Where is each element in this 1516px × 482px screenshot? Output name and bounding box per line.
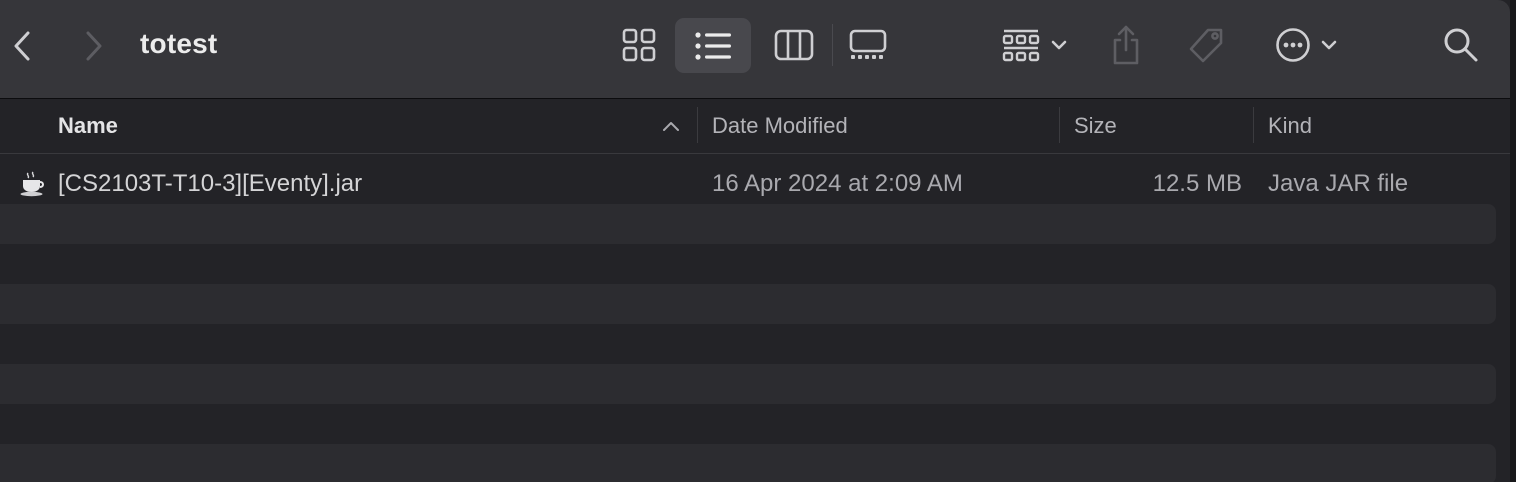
- column-header: Name Date Modified Size Kind: [0, 99, 1510, 154]
- column-name-header[interactable]: Name: [58, 99, 118, 153]
- column-separator[interactable]: [1059, 107, 1060, 143]
- java-coffee-icon: [18, 164, 48, 204]
- empty-row: [0, 404, 1496, 444]
- file-date-modified: 16 Apr 2024 at 2:09 AM: [712, 170, 963, 197]
- window-edge: [1510, 0, 1516, 482]
- file-list: [CS2103T-T10-3][Eventy].jar 16 Apr 2024 …: [0, 164, 1496, 482]
- column-separator[interactable]: [1253, 107, 1254, 143]
- empty-row: [0, 204, 1496, 244]
- column-separator[interactable]: [697, 107, 698, 143]
- empty-row: [0, 244, 1496, 284]
- file-name: [CS2103T-T10-3][Eventy].jar: [58, 170, 363, 197]
- chevron-down-icon: [1321, 39, 1337, 51]
- columns-icon[interactable]: [770, 22, 818, 68]
- tag-icon[interactable]: [1182, 22, 1230, 70]
- table-row[interactable]: [CS2103T-T10-3][Eventy].jar 16 Apr 2024 …: [0, 164, 1496, 204]
- group-by-button[interactable]: [994, 22, 1074, 68]
- gallery-icon[interactable]: [844, 22, 892, 68]
- group-by-icon: [1001, 28, 1041, 62]
- toolbar-divider: [832, 24, 833, 66]
- finder-window: totest Name Date Modified Size Kind [CS2…: [0, 0, 1516, 482]
- more-button[interactable]: [1266, 22, 1346, 68]
- window-title: totest: [140, 28, 218, 59]
- empty-row: [0, 444, 1496, 482]
- chevron-right-icon[interactable]: [76, 24, 112, 68]
- file-kind: Java JAR file: [1268, 170, 1409, 197]
- file-size: 12.5 MB: [1152, 170, 1242, 197]
- column-kind-header[interactable]: Kind: [1268, 99, 1312, 153]
- chevron-down-icon: [1051, 39, 1067, 51]
- column-date-modified-header[interactable]: Date Modified: [712, 99, 848, 153]
- grid-icon[interactable]: [614, 22, 664, 68]
- toolbar: totest: [0, 0, 1510, 99]
- search-icon[interactable]: [1438, 22, 1484, 68]
- empty-row: [0, 364, 1496, 404]
- empty-row: [0, 284, 1496, 324]
- sort-ascending-icon[interactable]: [660, 115, 682, 137]
- empty-row: [0, 324, 1496, 364]
- share-icon[interactable]: [1104, 20, 1148, 70]
- chevron-left-icon[interactable]: [4, 24, 40, 68]
- ellipsis-circle-icon: [1275, 27, 1311, 63]
- column-size-header[interactable]: Size: [1074, 99, 1117, 153]
- list-icon[interactable]: [675, 18, 751, 73]
